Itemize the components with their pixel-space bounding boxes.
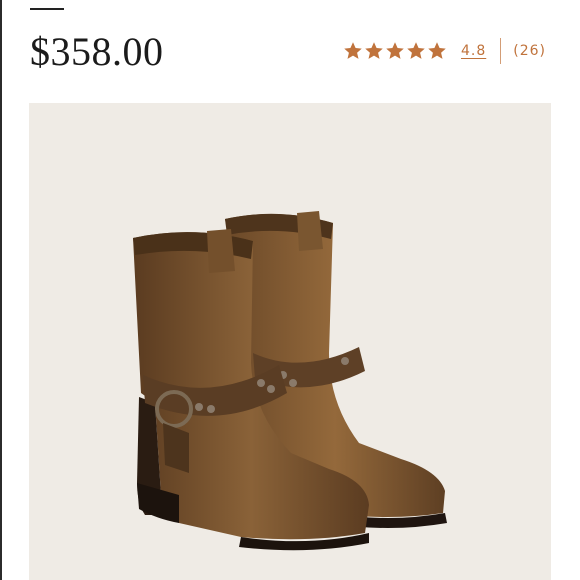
left-boot xyxy=(133,229,369,551)
rating-divider xyxy=(500,38,502,64)
star-icon xyxy=(407,42,425,59)
review-count-link[interactable]: (26) xyxy=(513,43,546,59)
left-border xyxy=(0,0,2,580)
star-icon xyxy=(428,42,446,59)
product-rating[interactable]: 4.8 (26) xyxy=(343,38,546,64)
star-icon xyxy=(365,42,383,59)
product-image[interactable] xyxy=(29,103,551,580)
header-divider xyxy=(30,8,64,10)
rating-value-link[interactable]: 4.8 xyxy=(461,43,486,59)
product-price: $358.00 xyxy=(30,29,164,74)
rating-stars xyxy=(343,41,447,61)
boots-illustration xyxy=(133,211,447,551)
star-icon xyxy=(344,42,362,59)
star-icon xyxy=(386,42,404,59)
